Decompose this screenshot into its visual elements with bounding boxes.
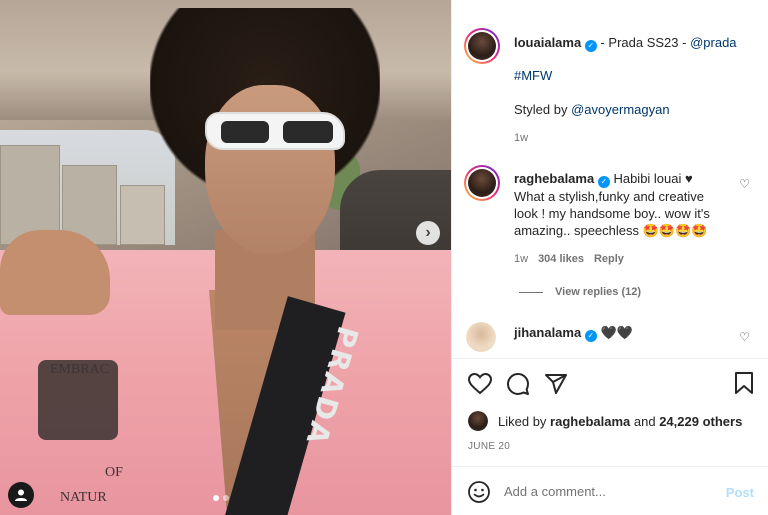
hashtag-link[interactable]: #MFW	[514, 68, 552, 83]
verified-badge-icon: ✓	[584, 330, 597, 342]
comment-like-heart-icon[interactable]: ♡	[739, 177, 750, 191]
comment-input[interactable]: Add a comment...	[504, 484, 704, 499]
post-dialog: EMBRAC OF NATUR PRADA › louaialama ✓ - P…	[0, 0, 768, 515]
sunglasses	[205, 112, 345, 150]
comment-text: 🖤🖤	[600, 325, 633, 340]
likes-prefix: Liked by	[498, 413, 547, 429]
share-icon[interactable]	[544, 373, 568, 395]
likes-and: and	[633, 413, 656, 429]
divider	[452, 358, 768, 359]
chevron-right-icon: ›	[425, 224, 431, 241]
user-icon	[15, 489, 27, 501]
caption-time: 1w	[514, 132, 529, 144]
comment-avatar[interactable]	[466, 322, 496, 352]
face	[205, 85, 335, 255]
caption-avatar[interactable]	[464, 28, 500, 64]
shirt-print-text-of: OF	[105, 465, 123, 480]
carousel-dot-active	[213, 495, 219, 501]
comment-like-heart-icon[interactable]: ♡	[739, 330, 750, 344]
car-window	[0, 130, 175, 245]
post-button[interactable]: Post	[726, 485, 754, 500]
shirt-print-text-bottom: NATUR	[60, 490, 107, 505]
comment-text-line3: look ! my handsome boy.. wow it's	[514, 206, 710, 221]
view-replies-label: View replies (12)	[555, 286, 642, 298]
likes-count[interactable]: 24,229 others	[659, 414, 742, 429]
save-bookmark-icon[interactable]	[734, 372, 754, 394]
comment-icon[interactable]	[506, 372, 530, 396]
caption-username[interactable]: louaialama	[514, 35, 581, 50]
post-media[interactable]: EMBRAC OF NATUR PRADA ›	[0, 0, 451, 515]
comment-time: 1w	[514, 253, 529, 265]
mention-link-stylist[interactable]: @avoyermagyan	[571, 102, 669, 117]
styled-by-label: Styled by	[514, 102, 568, 117]
action-bar	[468, 372, 568, 396]
next-slide-button[interactable]: ›	[416, 221, 440, 245]
emoji-icon[interactable]	[468, 481, 490, 503]
divider	[452, 466, 768, 467]
liker-username[interactable]: raghebalama	[550, 414, 630, 429]
comment-likes[interactable]: 304 likes	[538, 253, 584, 265]
comment-text-line2: What a stylish,funky and creative	[514, 189, 705, 204]
liker-avatar[interactable]	[468, 411, 488, 431]
post-sidebar: louaialama ✓ - Prada SS23 - @prada #MFW …	[451, 0, 768, 515]
shirt-print-text-top: EMBRAC	[50, 362, 110, 377]
post-date: JUNE 20	[468, 441, 511, 452]
likes-summary: Liked by raghebalama and 24,229 others	[468, 411, 742, 431]
tagged-users-button[interactable]	[8, 482, 34, 508]
verified-badge-icon: ✓	[584, 40, 597, 52]
comment-username[interactable]: raghebalama	[514, 171, 594, 186]
comment-username[interactable]: jihanalama	[514, 325, 581, 340]
carousel-dot	[223, 495, 229, 501]
verified-badge-icon: ✓	[597, 176, 610, 188]
carousel-indicator	[213, 495, 229, 501]
comment-reply-button[interactable]: Reply	[594, 253, 624, 265]
comment-text-line1: Habibi louai ♥	[613, 171, 693, 186]
caption-text: - Prada SS23 -	[600, 35, 687, 50]
mention-link-prada[interactable]: @prada	[690, 35, 736, 50]
comment-avatar[interactable]	[464, 165, 500, 201]
view-replies-button[interactable]: View replies (12)	[519, 286, 641, 298]
comment-text-line4: amazing.. speechless 🤩🤩🤩🤩	[514, 223, 708, 238]
like-heart-icon[interactable]	[468, 373, 492, 395]
hand	[0, 230, 110, 315]
replies-line	[519, 291, 543, 293]
